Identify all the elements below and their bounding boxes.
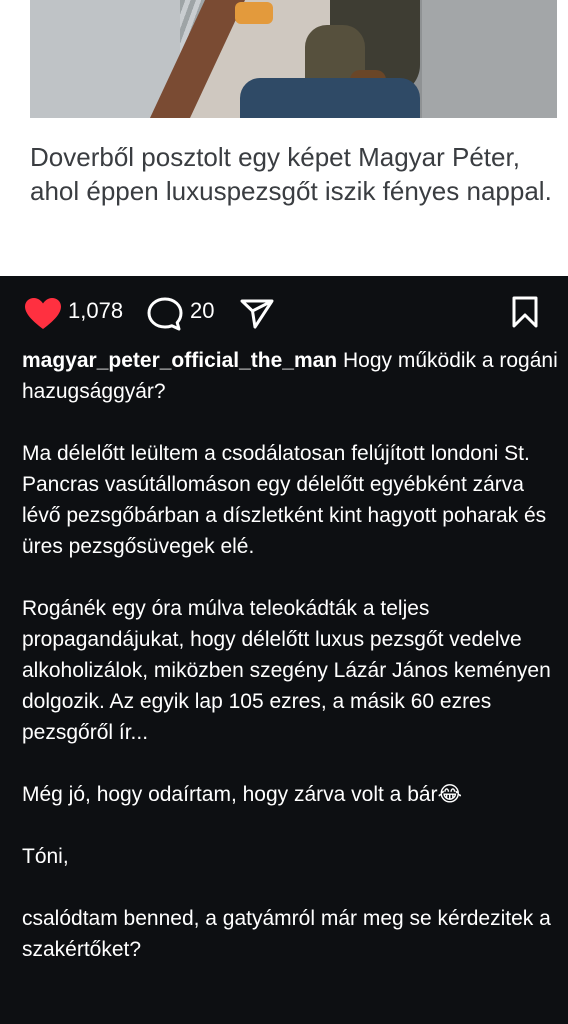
post-paragraph: Még jó, hogy odaírtam, hogy zárva volt a… xyxy=(22,783,463,806)
post-actions-bar: 1,078 20 xyxy=(0,290,568,334)
post-username[interactable]: magyar_peter_official_the_man xyxy=(22,349,337,372)
post-paragraph: Ma délelőtt leültem a csodálatosan felúj… xyxy=(22,442,547,558)
post-paragraph: Tóni, xyxy=(22,845,69,868)
photo-champagne-glass xyxy=(235,2,273,24)
post-paragraph: csalódtam benned, a gatyámról már meg se… xyxy=(22,907,551,961)
comment-icon[interactable] xyxy=(146,296,184,332)
post-caption: magyar_peter_official_the_man Hogy működ… xyxy=(22,345,558,965)
send-icon[interactable] xyxy=(240,297,274,329)
bookmark-icon[interactable] xyxy=(509,295,541,329)
post-first-line: magyar_peter_official_the_man Hogy működ… xyxy=(22,345,558,407)
article-card: Doverből posztolt egy képet Magyar Péter… xyxy=(0,0,568,276)
article-headline[interactable]: Doverből posztolt egy képet Magyar Péter… xyxy=(30,140,560,208)
heart-icon[interactable] xyxy=(24,297,62,331)
photo-background xyxy=(422,0,557,118)
comment-count[interactable]: 20 xyxy=(190,298,214,324)
article-photo[interactable] xyxy=(30,0,557,118)
post-paragraph: Rogánék egy óra múlva teleokádták a telj… xyxy=(22,597,551,744)
photo-chair xyxy=(240,78,420,118)
like-count[interactable]: 1,078 xyxy=(68,298,123,324)
